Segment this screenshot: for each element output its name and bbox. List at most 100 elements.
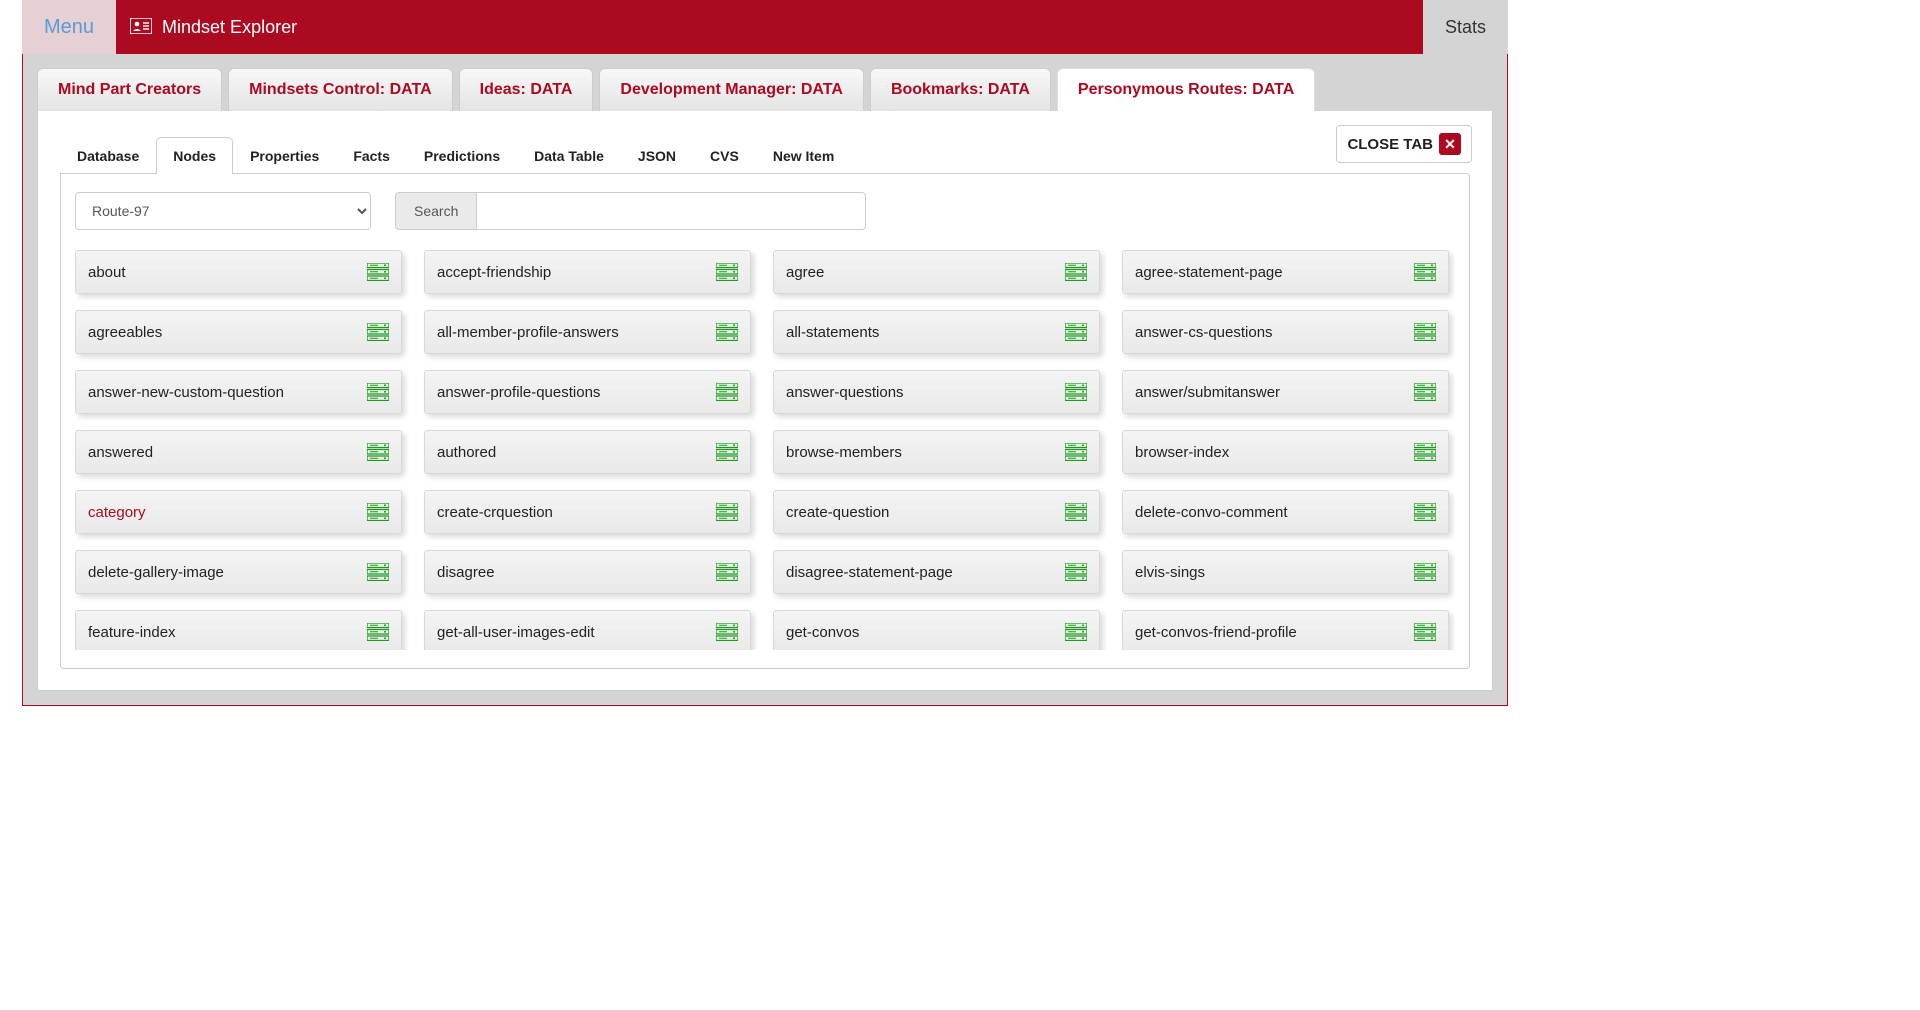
node-card[interactable]: answer-cs-questions — [1122, 310, 1449, 354]
node-card[interactable]: agreeables — [75, 310, 402, 354]
node-card[interactable]: answer-new-custom-question — [75, 370, 402, 414]
node-card[interactable]: about — [75, 250, 402, 294]
server-icon — [716, 623, 738, 641]
main-tab[interactable]: Personymous Routes: DATA — [1057, 68, 1315, 111]
server-icon — [716, 323, 738, 341]
node-card[interactable]: elvis-sings — [1122, 550, 1449, 594]
server-icon — [1065, 263, 1087, 281]
node-label: get-all-user-images-edit — [437, 624, 595, 641]
server-icon — [367, 623, 389, 641]
node-card[interactable]: answer-questions — [773, 370, 1100, 414]
node-grid: about accept-friendship agree agree-stateme… — [75, 250, 1449, 650]
node-label: all-member-profile-answers — [437, 324, 619, 341]
menu-label: Menu — [44, 16, 94, 39]
node-label: agreeables — [88, 324, 162, 341]
node-card[interactable]: all-member-profile-answers — [424, 310, 751, 354]
sub-tab[interactable]: Nodes — [156, 137, 233, 174]
server-icon — [1065, 443, 1087, 461]
node-label: create-question — [786, 504, 889, 521]
node-card[interactable]: disagree — [424, 550, 751, 594]
node-card[interactable]: browse-members — [773, 430, 1100, 474]
server-icon — [716, 443, 738, 461]
server-icon — [1065, 503, 1087, 521]
sub-tab[interactable]: Facts — [336, 137, 407, 174]
title-section: Mindset Explorer — [116, 0, 1423, 54]
main-tab[interactable]: Mindsets Control: DATA — [228, 68, 453, 111]
node-label: accept-friendship — [437, 264, 551, 281]
server-icon — [716, 563, 738, 581]
server-icon — [716, 263, 738, 281]
server-icon — [367, 383, 389, 401]
node-scroll-area[interactable]: about accept-friendship agree agree-stateme… — [75, 250, 1455, 650]
node-label: about — [88, 264, 126, 281]
node-card[interactable]: agree — [773, 250, 1100, 294]
close-tab-label: CLOSE TAB — [1347, 136, 1433, 153]
sub-tab[interactable]: Properties — [233, 137, 336, 174]
node-card[interactable]: create-question — [773, 490, 1100, 534]
node-label: answer-cs-questions — [1135, 324, 1273, 341]
node-card[interactable]: delete-gallery-image — [75, 550, 402, 594]
node-card[interactable]: browser-index — [1122, 430, 1449, 474]
search-input[interactable] — [476, 192, 866, 230]
node-card[interactable]: feature-index — [75, 610, 402, 650]
node-card[interactable]: create-crquestion — [424, 490, 751, 534]
server-icon — [367, 563, 389, 581]
sub-tab[interactable]: Predictions — [407, 137, 517, 174]
node-card[interactable]: answer/submitanswer — [1122, 370, 1449, 414]
node-label: agree-statement-page — [1135, 264, 1283, 281]
node-card[interactable]: delete-convo-comment — [1122, 490, 1449, 534]
node-card[interactable]: answer-profile-questions — [424, 370, 751, 414]
node-label: create-crquestion — [437, 504, 553, 521]
server-icon — [1414, 263, 1436, 281]
sub-tabs: DatabaseNodesPropertiesFactsPredictionsD… — [60, 137, 1470, 174]
main-tabs: Mind Part CreatorsMindsets Control: DATA… — [37, 68, 1493, 111]
node-card[interactable]: get-convos — [773, 610, 1100, 650]
server-icon — [1414, 443, 1436, 461]
node-label: disagree-statement-page — [786, 564, 953, 581]
node-label: delete-gallery-image — [88, 564, 224, 581]
sub-tab[interactable]: Database — [60, 137, 156, 174]
sub-tab[interactable]: New Item — [756, 137, 851, 174]
node-label: delete-convo-comment — [1135, 504, 1288, 521]
node-label: answer-questions — [786, 384, 904, 401]
content-panel: CLOSE TAB ✕ DatabaseNodesPropertiesFacts… — [37, 111, 1493, 691]
main-tab[interactable]: Mind Part Creators — [37, 68, 222, 111]
node-card[interactable]: answered — [75, 430, 402, 474]
main-tab[interactable]: Bookmarks: DATA — [870, 68, 1051, 111]
node-card[interactable]: get-convos-friend-profile — [1122, 610, 1449, 650]
node-label: all-statements — [786, 324, 879, 341]
header-bar: Menu Mindset Explorer Stats — [22, 0, 1508, 54]
controls-row: Route-97 Search — [75, 192, 1455, 230]
node-label: get-convos — [786, 624, 859, 641]
node-card[interactable]: accept-friendship — [424, 250, 751, 294]
menu-button[interactable]: Menu — [22, 0, 116, 54]
node-card[interactable]: get-all-user-images-edit — [424, 610, 751, 650]
node-label: feature-index — [88, 624, 176, 641]
server-icon — [1065, 383, 1087, 401]
server-icon — [1414, 383, 1436, 401]
server-icon — [1414, 323, 1436, 341]
route-select[interactable]: Route-97 — [75, 192, 371, 230]
node-label: agree — [786, 264, 824, 281]
server-icon — [716, 503, 738, 521]
workspace: Mind Part CreatorsMindsets Control: DATA… — [22, 54, 1508, 706]
node-label: browser-index — [1135, 444, 1229, 461]
node-card[interactable]: category — [75, 490, 402, 534]
main-tab[interactable]: Ideas: DATA — [459, 68, 594, 111]
server-icon — [367, 503, 389, 521]
server-icon — [367, 443, 389, 461]
node-card[interactable]: all-statements — [773, 310, 1100, 354]
close-tab-button[interactable]: CLOSE TAB ✕ — [1336, 125, 1472, 163]
main-tab[interactable]: Development Manager: DATA — [599, 68, 864, 111]
sub-tab[interactable]: CVS — [693, 137, 756, 174]
server-icon — [716, 383, 738, 401]
node-card[interactable]: agree-statement-page — [1122, 250, 1449, 294]
node-label: authored — [437, 444, 496, 461]
node-card[interactable]: disagree-statement-page — [773, 550, 1100, 594]
sub-tab[interactable]: Data Table — [517, 137, 621, 174]
sub-tab[interactable]: JSON — [621, 137, 693, 174]
sub-content: Route-97 Search about accept-friendship ag… — [60, 173, 1470, 669]
node-card[interactable]: authored — [424, 430, 751, 474]
stats-button[interactable]: Stats — [1423, 0, 1508, 54]
server-icon — [1065, 623, 1087, 641]
